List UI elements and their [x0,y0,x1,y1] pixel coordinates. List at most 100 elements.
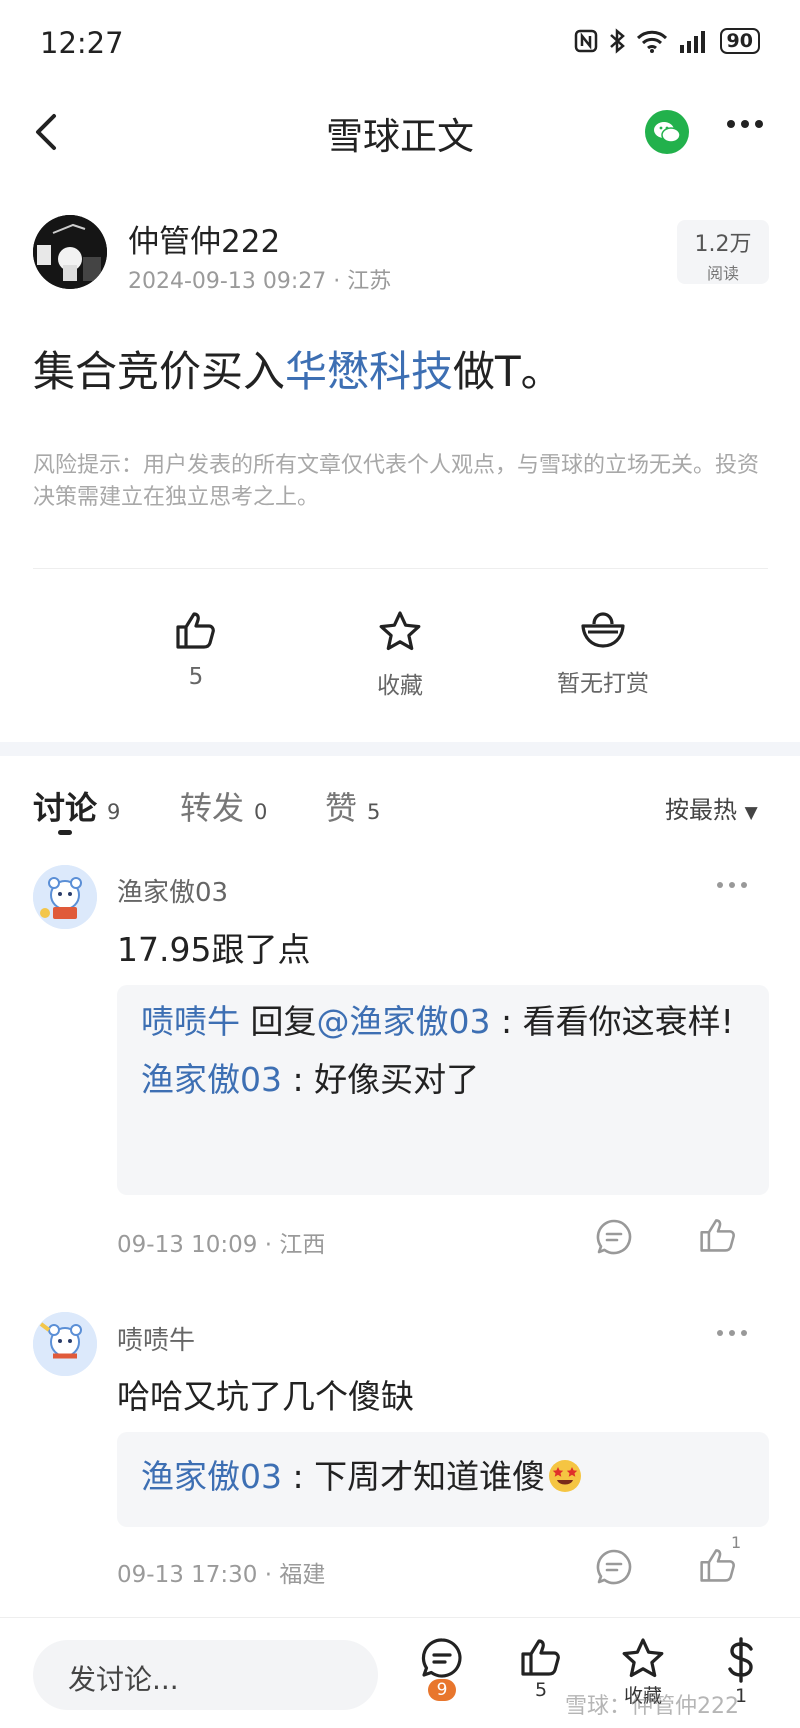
status-time: 12:27 [40,26,124,60]
signal-icon [679,31,705,53]
meta-separator: · [257,1562,280,1588]
star-eyes-emoji-icon [549,1460,582,1492]
comment-username[interactable]: 啧啧牛 [117,1320,195,1357]
read-count: 1.2万 [694,232,752,257]
reply-mention[interactable]: @渔家傲03 [317,1002,491,1041]
wechat-share-button[interactable] [645,110,689,154]
tab-discussion[interactable]: 讨论 9 [33,783,120,829]
comment-meta: 09-13 17:30 · 福建 [117,1555,325,1589]
sort-label: 按最热 [665,796,737,824]
author-name[interactable]: 仲管仲222 [128,216,280,261]
comment-username[interactable]: 渔家傲03 [117,872,228,909]
tab-likes-label: 赞 [325,789,358,827]
thumbs-up-icon [700,1219,735,1252]
reply-box[interactable]: 渔家傲03 : 下周才知道谁傻 [117,1432,769,1527]
reply-text: 看看你这衰样! [522,1002,734,1041]
comment-bubble-icon [421,1638,462,1678]
risk-notice: 风险提示：用户发表的所有文章仅代表个人观点，与雪球的立场无关。投资决策需建立在独… [33,453,760,510]
comment-bubble-icon [596,1219,632,1255]
more-icon [717,1330,747,1336]
more-options-button[interactable] [725,118,765,130]
comment-more-button[interactable] [715,1328,749,1338]
dollar-icon [728,1637,753,1683]
comment-region: 福建 [279,1562,326,1588]
post-region: 江苏 [347,269,392,294]
favorite-label: 收藏 [377,673,423,699]
tab-likes-count: 5 [367,800,381,824]
tab-repost-count: 0 [254,800,268,824]
tab-discussion-count: 9 [107,800,121,824]
reply-separator: : [282,1457,315,1496]
wechat-icon [654,122,681,143]
reply-username[interactable]: 渔家傲03 [141,1457,282,1496]
nfc-icon [574,29,597,53]
watermark: 雪球：仲管仲222 [565,1694,739,1719]
tab-likes[interactable]: 赞5 [325,783,380,829]
post-datetime: 2024-09-13 09:27 [128,269,327,294]
comment-like-button[interactable] [698,1216,738,1254]
post-text-suffix: 做T。 [453,347,563,396]
author-avatar[interactable] [33,215,107,289]
ingot-icon [581,612,625,648]
tab-repost-label: 转发 [180,789,245,827]
thumbs-up-icon [176,612,215,649]
active-tab-indicator [58,830,72,835]
comment-like-count: 1 [731,1533,742,1552]
comment-meta: 09-13 10:09 · 江西 [117,1225,325,1259]
comment-reply-button[interactable] [595,1218,633,1256]
reply-text: 好像买对了 [314,1060,480,1099]
post-text-prefix: 集合竞价买入 [33,347,286,396]
comment-count-badge: 9 [428,1679,456,1701]
meta-separator: · [333,269,348,294]
tab-repost[interactable]: 转发 0 [180,783,267,829]
stock-link[interactable]: 华懋科技 [285,347,453,396]
tab-discussion-label: 讨论 [33,789,98,827]
comment-text: 17.95跟了点 [117,930,311,969]
comment-time: 09-13 10:09 [117,1232,258,1258]
favorite-action[interactable]: 收藏 [330,610,470,700]
sort-dropdown[interactable]: 按最热 ▼ [665,790,758,825]
status-icons: 90 [574,28,760,54]
author-avatar-image [33,215,107,289]
caret-down-icon: ▼ [744,803,758,823]
divider [33,568,768,569]
comment-time: 09-13 17:30 [117,1562,258,1588]
comment-avatar[interactable] [33,1312,97,1376]
post-content: 集合竞价买入华懋科技做T。 [33,338,563,399]
reward-label: 暂无打赏 [557,671,649,697]
battery-indicator: 90 [719,28,760,54]
like-action[interactable]: 5 [126,610,266,690]
reply-box[interactable]: 啧啧牛 回复@渔家傲03 : 看看你这衰样! 渔家傲03 : 好像买对了 [117,985,769,1195]
post-meta: 2024-09-13 09:27 · 江苏 [128,263,391,295]
reply-text: 下周才知道谁傻 [314,1457,546,1496]
comment-avatar[interactable] [33,865,97,929]
bottom-comment-button[interactable]: 9 [407,1637,477,1701]
more-icon [727,120,763,128]
reply-separator: : [282,1060,315,1099]
bear-avatar-icon [33,1312,97,1376]
reward-action[interactable]: 暂无打赏 [533,610,673,698]
reply-item: 渔家傲03 : 好像买对了 [117,1047,769,1105]
star-icon [622,1638,664,1678]
comment-reply-button[interactable] [595,1548,633,1586]
reply-username[interactable]: 啧啧牛 [141,1002,240,1041]
comment-text: 哈哈又坑了几个傻缺 [117,1377,414,1416]
reply-item: 啧啧牛 回复@渔家傲03 : 看看你这衰样! [117,985,769,1047]
reply-username[interactable]: 渔家傲03 [141,1060,282,1099]
thumbs-up-icon [521,1639,560,1676]
read-count-badge: 1.2万 阅读 [677,220,769,284]
reply-separator: : [490,1002,523,1041]
read-label: 阅读 [706,264,739,283]
bluetooth-icon [609,28,625,54]
bear-avatar-icon [33,865,97,929]
comment-region: 江西 [279,1232,326,1258]
star-icon [379,611,421,651]
reply-word: 回复 [250,1002,317,1041]
more-icon [717,882,747,888]
meta-separator: · [257,1232,280,1258]
comment-bubble-icon [596,1549,632,1585]
comment-more-button[interactable] [715,880,749,890]
reply-item: 渔家傲03 : 下周才知道谁傻 [117,1432,769,1502]
section-separator [0,742,800,756]
wifi-icon [636,30,667,53]
